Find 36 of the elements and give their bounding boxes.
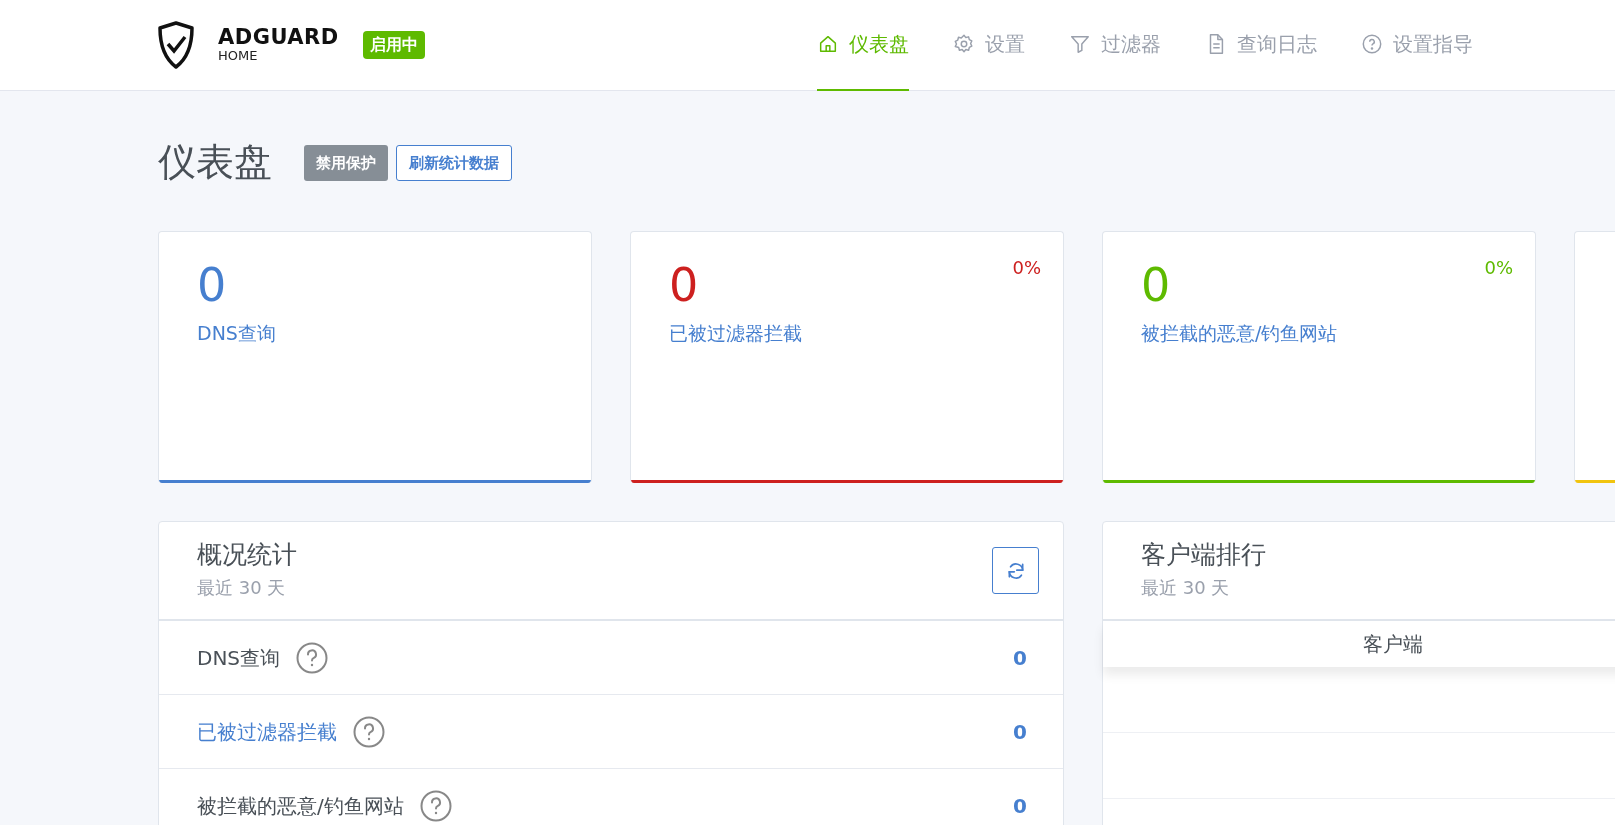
column-header[interactable]: 客户端: [1103, 621, 1615, 667]
status-badge: 启用中: [362, 31, 425, 59]
stat-percent: 0%: [1484, 256, 1513, 280]
help-icon[interactable]: [419, 789, 452, 822]
nav-tab[interactable]: 设置: [952, 0, 1025, 91]
stat-label: 被拦截的恶意/钓鱼网站: [197, 792, 404, 820]
refresh-stats-button[interactable]: 刷新统计数据: [396, 144, 512, 182]
disable-protection-button[interactable]: 禁用保护: [304, 144, 388, 182]
stat-label: DNS查询: [197, 320, 277, 346]
stat-label: DNS查询: [197, 644, 281, 672]
refresh-button[interactable]: [992, 547, 1039, 594]
nav-tab[interactable]: 查询日志: [1204, 0, 1317, 91]
page-title: 仪表盘: [158, 140, 272, 186]
stat-count: 0: [1013, 718, 1027, 746]
stat-label: 已被过滤器拦截: [669, 320, 803, 346]
card-title: 概况统计: [197, 539, 297, 571]
stat-label: 被拦截的恶意/钓鱼网站: [1141, 320, 1339, 346]
nav-tab[interactable]: 仪表盘: [816, 0, 909, 91]
stat-count: 0: [1013, 792, 1027, 820]
stat-percent: 0%: [1012, 256, 1041, 280]
stat-link[interactable]: 已被过滤器拦截: [197, 716, 337, 747]
help-icon: [1360, 33, 1383, 55]
card-title: 客户端排行: [1141, 539, 1267, 571]
stat-value: 0: [197, 260, 228, 311]
nav-tab[interactable]: 过滤器: [1068, 0, 1161, 91]
settings-icon: [952, 33, 975, 55]
card-subtitle: 最近 30 天: [1141, 575, 1231, 600]
logo-title: ADGUARD: [218, 26, 339, 48]
nav-tab[interactable]: 设置指导: [1360, 0, 1473, 91]
shield-check-logo-icon: [158, 21, 194, 69]
help-icon[interactable]: [353, 715, 385, 748]
help-icon[interactable]: [296, 641, 329, 674]
logo-subtitle: HOME: [218, 47, 259, 64]
stat-count: 0: [1013, 644, 1027, 672]
filter-icon: [1068, 33, 1091, 55]
card-subtitle: 最近 30 天: [197, 575, 287, 600]
